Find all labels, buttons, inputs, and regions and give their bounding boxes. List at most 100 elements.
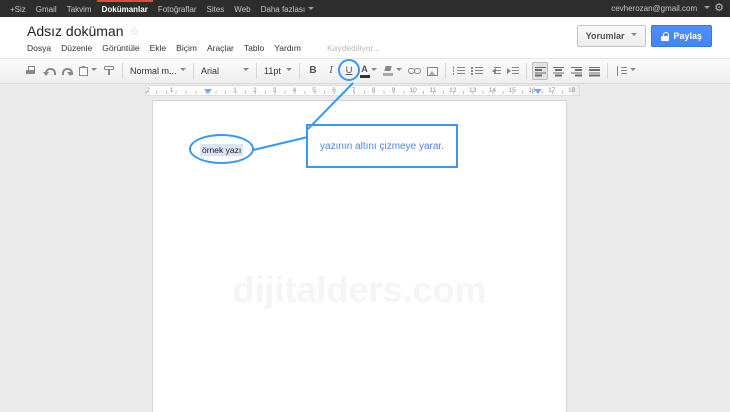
toolbar-separator	[526, 63, 527, 79]
toolbar-separator	[193, 63, 194, 79]
account-email[interactable]: cevherozan@gmail.com	[611, 4, 697, 13]
topbar-item-takvim[interactable]: Takvim	[62, 0, 97, 17]
align-center-icon	[553, 67, 564, 76]
watermark: dijitalders.com	[153, 269, 566, 311]
increase-indent-button[interactable]	[505, 62, 521, 80]
bullet-list-button[interactable]	[469, 62, 485, 80]
justify-icon	[589, 67, 600, 76]
ruler-number: 15	[509, 87, 516, 94]
chevron-down-icon	[91, 68, 97, 74]
ruler-number: 8	[372, 87, 376, 94]
justify-button[interactable]	[586, 62, 602, 80]
font-size-dropdown[interactable]: 11pt	[261, 62, 295, 80]
chevron-down-icon	[308, 7, 314, 13]
chevron-down-icon	[180, 68, 186, 74]
text-color-button[interactable]: A	[359, 62, 379, 80]
align-center-button[interactable]	[550, 62, 566, 80]
line-spacing-button[interactable]	[613, 62, 638, 80]
menu-ara-lar[interactable]: Araçlar	[207, 43, 234, 53]
indent-icon	[507, 67, 519, 76]
insert-link-button[interactable]	[406, 62, 422, 80]
gear-icon[interactable]: ⚙	[714, 3, 724, 14]
ruler-number: 17	[548, 87, 555, 94]
ruler-number: 1	[233, 87, 237, 94]
ruler-number: 18	[568, 87, 575, 94]
menu-g-r-nt-le[interactable]: Görüntüle	[102, 43, 139, 53]
menu-bi-im[interactable]: Biçim	[176, 43, 197, 53]
italic-button[interactable]: I	[323, 62, 339, 80]
topbar-account-area: cevherozan@gmail.com ⚙	[611, 0, 730, 17]
ruler-number: 10	[410, 87, 417, 94]
decrease-indent-button[interactable]	[487, 62, 503, 80]
header-actions: Yorumlar Paylaş	[577, 25, 712, 47]
share-button[interactable]: Paylaş	[651, 25, 712, 47]
styles-dropdown[interactable]: Normal m...	[127, 62, 189, 80]
bullet-list-icon	[471, 67, 483, 76]
menu-yard-m[interactable]: Yardım	[274, 43, 301, 53]
print-button[interactable]	[23, 62, 39, 80]
app-header: Adsız doküman ☆ Dosya Düzenle Görüntüle Ekl…	[0, 17, 730, 58]
menu-d-zenle[interactable]: Düzenle	[61, 43, 92, 53]
ruler-number: 13	[469, 87, 476, 94]
chevron-down-icon	[286, 68, 292, 74]
undo-icon	[43, 66, 55, 76]
align-left-button[interactable]	[532, 62, 548, 80]
ruler-number: 2	[146, 87, 150, 94]
paint-format-button[interactable]	[101, 62, 117, 80]
ruler-number: 14	[489, 87, 496, 94]
circled-sample-text: örnek yazı	[189, 134, 254, 164]
font-dropdown-value: Arial	[201, 66, 219, 76]
comments-button[interactable]: Yorumlar	[577, 25, 647, 47]
line-spacing-icon	[615, 66, 627, 76]
lock-icon	[661, 32, 669, 41]
toolbar-separator	[122, 63, 123, 79]
redo-button[interactable]	[59, 62, 75, 80]
document-page[interactable]: dijitalders.com örnek yazı yazının altın…	[152, 100, 567, 412]
underline-icon: U	[346, 66, 353, 76]
web-clipboard-button[interactable]	[77, 62, 99, 80]
clipboard-icon	[79, 66, 88, 76]
bold-button[interactable]: B	[305, 62, 321, 80]
topbar-item-dok-manlar[interactable]: Dokümanlar	[97, 0, 153, 17]
ruler-number: 7	[352, 87, 356, 94]
redo-icon	[61, 66, 73, 76]
callout-text: yazının altını çizmeye yarar.	[320, 141, 444, 152]
menu-tablo[interactable]: Tablo	[244, 43, 264, 53]
ruler-number: 2	[253, 87, 257, 94]
ruler[interactable]: 21123456789101112131415161718	[0, 84, 730, 97]
paint-format-icon	[104, 66, 114, 76]
sample-text[interactable]: örnek yazı	[200, 144, 243, 156]
ruler-number: 6	[332, 87, 336, 94]
insert-image-button[interactable]	[424, 62, 440, 80]
topbar-item-sites[interactable]: Sites	[202, 0, 230, 17]
highlight-color-button[interactable]	[381, 62, 404, 80]
chevron-down-icon	[631, 33, 637, 39]
align-right-button[interactable]	[568, 62, 584, 80]
print-icon	[26, 66, 37, 76]
numbered-list-button[interactable]	[451, 62, 467, 80]
ruler-number: 4	[293, 87, 297, 94]
topbar-nav: +SizGmailTakvimDokümanlarFotoğraflarSite…	[0, 0, 319, 17]
undo-button[interactable]	[41, 62, 57, 80]
numbered-list-icon	[453, 67, 465, 76]
menu-dosya[interactable]: Dosya	[27, 43, 51, 53]
topbar-item-daha-fazlas-[interactable]: Daha fazlası	[256, 0, 319, 17]
topbar-item-web[interactable]: Web	[229, 0, 255, 17]
ruler-number: 3	[273, 87, 277, 94]
star-icon[interactable]: ☆	[130, 25, 140, 38]
saving-status: Kaydediliyor...	[327, 43, 380, 53]
ruler-band: 21123456789101112131415161718	[145, 85, 580, 96]
menu-ekle[interactable]: Ekle	[150, 43, 167, 53]
document-title[interactable]: Adsız doküman	[27, 23, 124, 39]
underline-button[interactable]: U	[341, 62, 357, 80]
share-button-label: Paylaş	[673, 31, 702, 41]
topbar-item--siz[interactable]: +Siz	[5, 0, 31, 17]
topbar-item-foto-raflar[interactable]: Fotoğraflar	[153, 0, 202, 17]
font-dropdown[interactable]: Arial	[198, 62, 252, 80]
topbar-item-gmail[interactable]: Gmail	[31, 0, 62, 17]
callout-box: yazının altını çizmeye yarar.	[306, 124, 458, 168]
comments-button-label: Yorumlar	[586, 31, 625, 41]
ruler-number: 12	[449, 87, 456, 94]
ruler-number: 9	[392, 87, 396, 94]
toolbar-separator	[607, 63, 608, 79]
